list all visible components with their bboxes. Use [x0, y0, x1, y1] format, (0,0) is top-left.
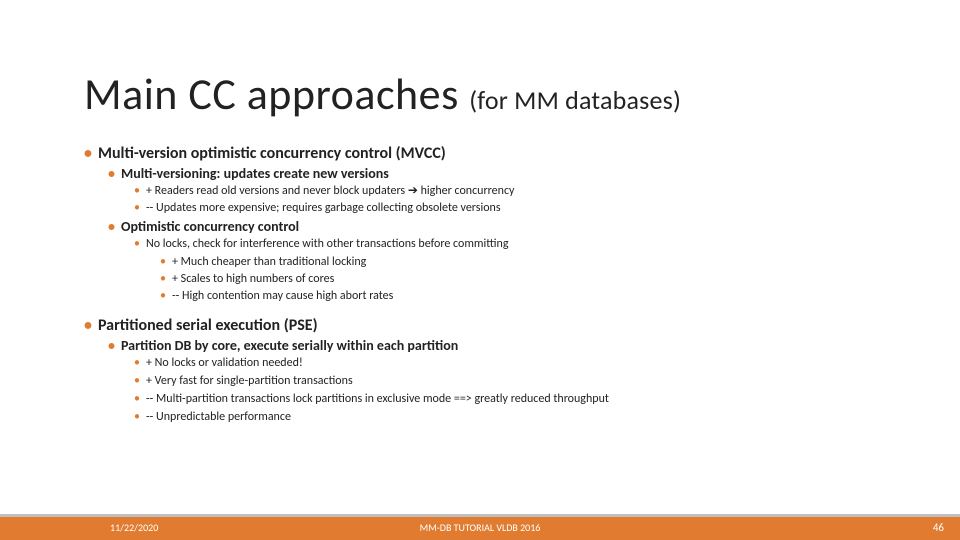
pse-point-3: •-- Unpredictable performance — [134, 409, 930, 426]
title-sub: (for MM databases) — [469, 84, 681, 116]
text: -- Unpredictable performance — [146, 410, 291, 424]
text: -- High contention may cause high abort … — [172, 289, 393, 303]
text: + Very fast for single-partition transac… — [146, 374, 353, 388]
text: + Much cheaper than traditional locking — [172, 255, 366, 269]
text: Partition DB by core, execute serially w… — [121, 337, 458, 354]
pse-point-2: •-- Multi-partition transactions lock pa… — [134, 391, 930, 408]
text: + No locks or validation needed! — [146, 356, 303, 370]
footer-center: MM-DB TUTORIAL VLDB 2016 — [0, 521, 960, 534]
footer-page: 46 — [933, 521, 944, 534]
mv-point-1: •-- Updates more expensive; requires gar… — [134, 200, 930, 216]
slide-title: Main CC approaches (for MM databases) — [84, 72, 681, 116]
pse-sub: •Partition DB by core, execute serially … — [108, 337, 930, 354]
text: No locks, check for interference with ot… — [146, 237, 509, 251]
title-main: Main CC approaches — [84, 67, 469, 121]
occ-heading: •Optimistic concurrency control — [108, 218, 930, 235]
slide: Main CC approaches (for MM databases) •M… — [0, 0, 960, 540]
occ-point-1: •+ Scales to high numbers of cores — [160, 271, 930, 287]
text: Optimistic concurrency control — [121, 218, 299, 235]
text: + Readers read old versions and never bl… — [146, 184, 514, 198]
pse-point-1: •+ Very fast for single-partition transa… — [134, 373, 930, 390]
text: Multi-versioning: updates create new ver… — [121, 165, 389, 182]
text: -- Multi-partition transactions lock par… — [146, 392, 609, 406]
text: + Scales to high numbers of cores — [172, 272, 334, 286]
mvcc-heading: •Multi-version optimistic concurrency co… — [84, 144, 930, 163]
footer-band: 11/22/2020 MM-DB TUTORIAL VLDB 2016 46 — [0, 514, 960, 540]
multiversioning-heading: •Multi-versioning: updates create new ve… — [108, 165, 930, 182]
text: -- Updates more expensive; requires garb… — [146, 201, 501, 215]
pse-heading: •Partitioned serial execution (PSE) — [84, 316, 930, 335]
text: Partitioned serial execution (PSE) — [98, 316, 318, 335]
occ-lead: •No locks, check for interference with o… — [134, 236, 930, 252]
occ-point-0: •+ Much cheaper than traditional locking — [160, 254, 930, 270]
text: Multi-version optimistic concurrency con… — [98, 144, 446, 163]
occ-point-2: •-- High contention may cause high abort… — [160, 288, 930, 304]
mv-point-0: •+ Readers read old versions and never b… — [134, 183, 930, 199]
content-body: •Multi-version optimistic concurrency co… — [84, 140, 930, 425]
pse-point-0: •+ No locks or validation needed! — [134, 355, 930, 372]
